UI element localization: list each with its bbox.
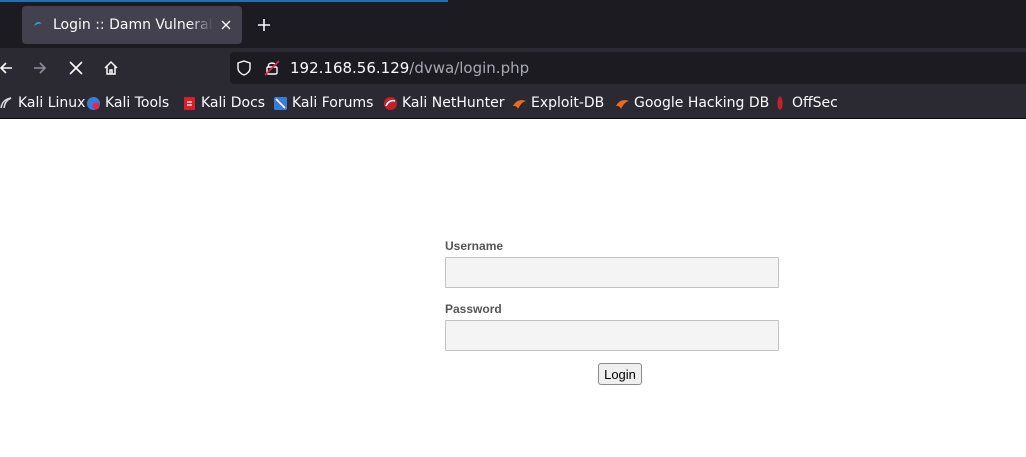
bookmark-kali-nethunter[interactable]: Kali NetHunter <box>382 94 504 112</box>
password-label: Password <box>445 302 502 316</box>
close-icon[interactable] <box>64 56 88 80</box>
bookmark-kali-docs[interactable]: Kali Docs <box>181 94 265 112</box>
kali-tools-icon <box>85 95 101 111</box>
url-path: /dvwa/login.php <box>409 59 530 77</box>
tab-strip: Login :: Damn Vulnerable Web Application… <box>0 0 1026 48</box>
insecure-lock-icon[interactable] <box>264 60 280 76</box>
shield-icon[interactable] <box>236 60 252 76</box>
bookmarks-toolbar: Kali Linux Kali Tools Kali Docs Kali For… <box>0 88 1026 119</box>
bookmark-kali-linux[interactable]: Kali Linux <box>0 94 85 112</box>
arrow-right-icon[interactable] <box>28 56 52 80</box>
dvwa-favicon-icon <box>32 19 44 31</box>
bookmark-label: Exploit-DB <box>531 95 605 111</box>
tab-close-icon[interactable] <box>218 17 234 33</box>
bookmark-label: Kali Tools <box>105 95 170 111</box>
password-field[interactable] <box>445 320 779 351</box>
loading-indicator <box>0 0 448 2</box>
url-host: 192.168.56.129 <box>290 59 410 77</box>
url-text[interactable]: 192.168.56.129/dvwa/login.php <box>290 59 529 77</box>
bookmark-kali-tools[interactable]: Kali Tools <box>85 94 169 112</box>
ghdb-icon <box>614 95 630 111</box>
bookmark-kali-forums[interactable]: Kali Forums <box>272 94 373 112</box>
bookmark-label: Google Hacking DB <box>634 95 770 111</box>
login-button[interactable]: Login <box>598 363 642 385</box>
bookmark-label: OffSec <box>792 95 838 111</box>
nethunter-icon <box>382 95 398 111</box>
page-content: Username Password Login <box>0 119 1026 457</box>
nav-bar: 192.168.56.129/dvwa/login.php <box>0 48 1026 88</box>
bookmark-label: Kali Linux <box>18 95 86 111</box>
kali-docs-icon <box>181 95 197 111</box>
exploit-db-icon <box>511 95 527 111</box>
bookmark-google-hacking-db[interactable]: Google Hacking DB <box>614 94 769 112</box>
url-bar[interactable]: 192.168.56.129/dvwa/login.php <box>230 52 1026 84</box>
username-field[interactable] <box>445 257 779 288</box>
login-form: Username Password Login <box>445 239 779 385</box>
arrow-left-icon[interactable] <box>0 56 18 80</box>
kali-forums-icon <box>272 95 288 111</box>
bookmark-exploit-db[interactable]: Exploit-DB <box>511 94 604 112</box>
bookmark-label: Kali Docs <box>201 95 266 111</box>
bookmark-offsec[interactable]: OffSec <box>772 94 838 112</box>
kali-dragon-icon <box>0 95 14 111</box>
bookmark-label: Kali NetHunter <box>402 95 505 111</box>
plus-icon[interactable] <box>253 14 275 36</box>
home-icon[interactable] <box>99 56 123 80</box>
tab-title: Login :: Damn Vulnerable Web Application… <box>53 17 213 33</box>
offsec-icon <box>772 95 788 111</box>
tab-active[interactable]: Login :: Damn Vulnerable Web Application… <box>22 6 242 44</box>
bookmark-label: Kali Forums <box>292 95 374 111</box>
username-label: Username <box>445 239 504 253</box>
